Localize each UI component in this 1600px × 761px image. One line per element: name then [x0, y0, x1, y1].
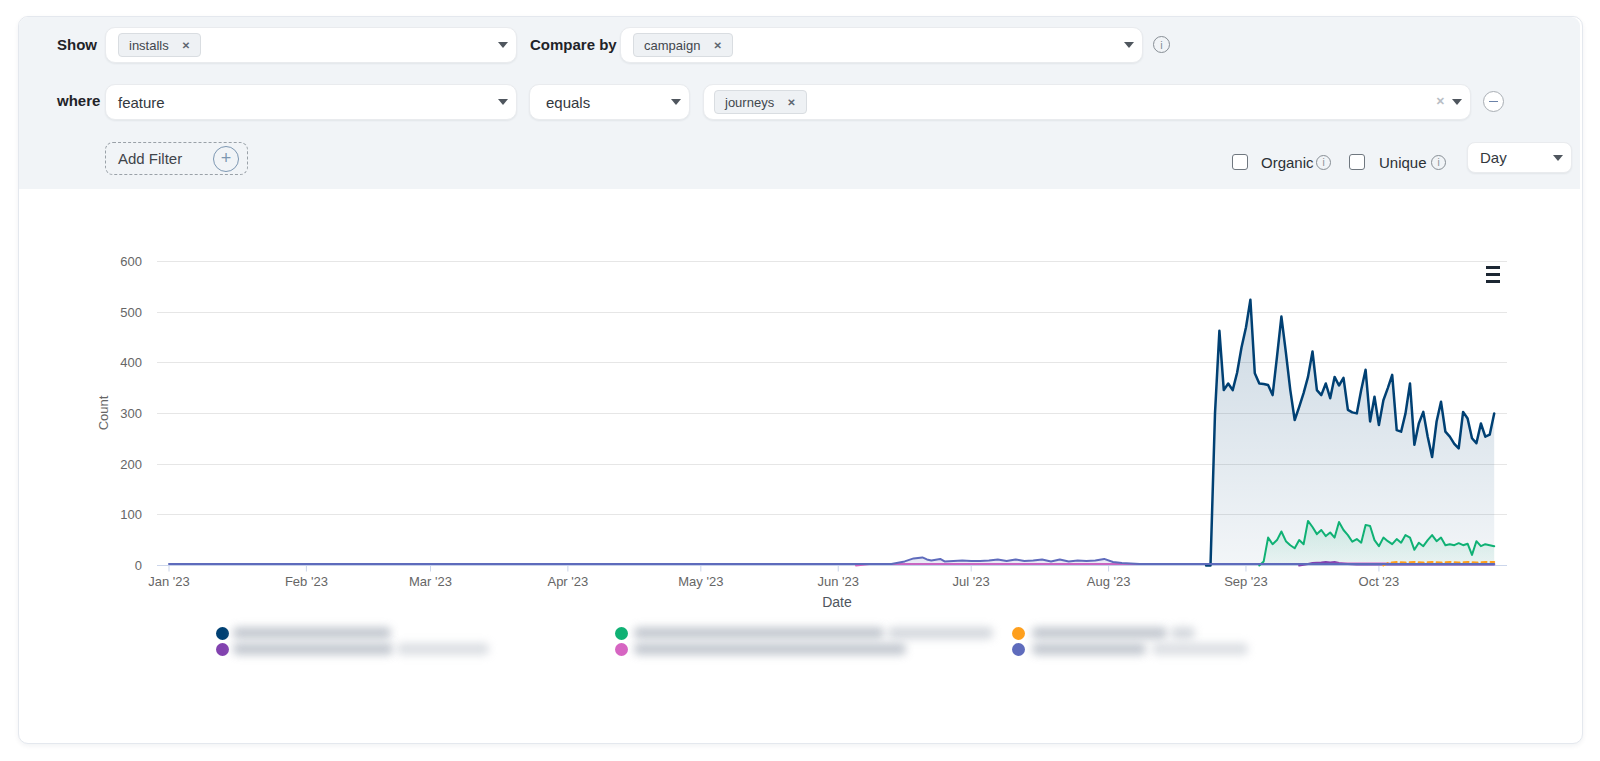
svg-text:May '23: May '23	[678, 574, 723, 589]
legend-6-label-blurred	[1032, 643, 1146, 655]
legend-5-dot[interactable]	[1012, 627, 1025, 640]
legend-4-label-blurred	[634, 643, 906, 655]
legend-2-label-blurred	[233, 643, 393, 655]
menu-bar-icon	[1486, 273, 1500, 276]
svg-text:500: 500	[120, 305, 142, 320]
legend-2-dot[interactable]	[216, 643, 229, 656]
svg-text:600: 600	[120, 254, 142, 269]
legend-6-label-blurred	[1152, 643, 1248, 655]
svg-text:Aug '23: Aug '23	[1087, 574, 1131, 589]
svg-text:100: 100	[120, 507, 142, 522]
svg-text:Jul '23: Jul '23	[953, 574, 990, 589]
menu-bar-icon	[1486, 266, 1500, 269]
svg-text:Jan '23: Jan '23	[148, 574, 190, 589]
menu-bar-icon	[1486, 280, 1500, 283]
legend-3-dot[interactable]	[615, 627, 628, 640]
svg-text:Feb '23: Feb '23	[285, 574, 328, 589]
legend-3-label-blurred	[634, 627, 884, 639]
svg-text:400: 400	[120, 355, 142, 370]
svg-text:Mar '23: Mar '23	[409, 574, 452, 589]
chart-context-menu-button[interactable]	[1486, 266, 1500, 283]
svg-text:Oct '23: Oct '23	[1359, 574, 1400, 589]
svg-text:200: 200	[120, 457, 142, 472]
svg-text:300: 300	[120, 406, 142, 421]
svg-text:Jun '23: Jun '23	[817, 574, 859, 589]
legend-1-label-blurred	[233, 627, 391, 639]
svg-text:Apr '23: Apr '23	[547, 574, 588, 589]
legend-5-label-blurred	[1171, 627, 1195, 639]
svg-text:Count: Count	[96, 395, 111, 430]
svg-text:Sep '23: Sep '23	[1224, 574, 1268, 589]
legend-4-dot[interactable]	[615, 643, 628, 656]
svg-text:Date: Date	[822, 594, 852, 610]
legend-1-dot[interactable]	[216, 627, 229, 640]
legend-3-label-blurred	[888, 627, 993, 639]
legend-2-label-blurred	[397, 643, 489, 655]
legend-5-label-blurred	[1032, 627, 1167, 639]
svg-text:0: 0	[135, 558, 142, 573]
legend-6-dot[interactable]	[1012, 643, 1025, 656]
